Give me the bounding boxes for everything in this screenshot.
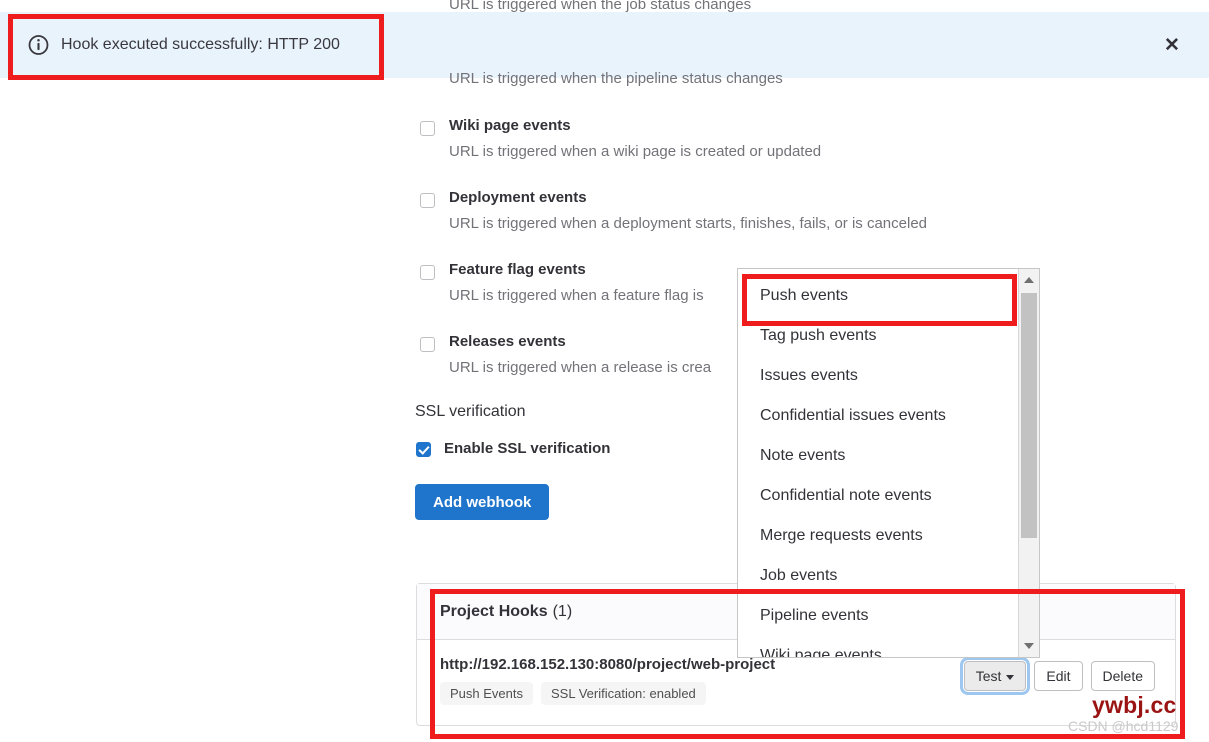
scrollbar-thumb[interactable] [1021, 293, 1037, 538]
label-enable-ssl-verification: Enable SSL verification [444, 440, 611, 457]
dropdown-item-confidential-issues-events[interactable]: Confidential issues events [738, 396, 1019, 436]
delete-button[interactable]: Delete [1090, 661, 1155, 691]
checkbox-deployment-events[interactable] [420, 193, 435, 208]
chevron-down-icon [1006, 674, 1015, 680]
watermark-secondary: CSDN @hcd1129 [1068, 718, 1179, 734]
checkbox-wiki-page-events[interactable] [420, 121, 435, 136]
project-hooks-count: (1) [552, 602, 573, 620]
badge-push-events: Push Events [440, 682, 533, 705]
dropdown-item-job-events[interactable]: Job events [738, 556, 1019, 596]
triangle-up-icon[interactable] [1019, 271, 1039, 289]
dropdown-item-issues-events[interactable]: Issues events [738, 356, 1019, 396]
dropdown-scrollbar[interactable] [1018, 269, 1039, 657]
label-feature-flag-events: Feature flag events [449, 261, 586, 278]
hook-action-buttons: Test Edit Delete [959, 657, 1155, 695]
add-webhook-button[interactable]: Add webhook [415, 484, 550, 520]
ssl-verification-section-title: SSL verification [415, 403, 526, 420]
dropdown-item-push-events[interactable]: Push events [738, 276, 1019, 316]
description-releases-events: URL is triggered when a release is crea [449, 359, 712, 376]
badge-ssl-verification: SSL Verification: enabled [541, 682, 706, 705]
description-deployment-events: URL is triggered when a deployment start… [449, 215, 928, 232]
edit-button[interactable]: Edit [1034, 661, 1083, 691]
description-wiki-page-events: URL is triggered when a wiki page is cre… [449, 143, 822, 160]
test-button-label: Test [975, 668, 1002, 684]
project-hooks-title: Project Hooks [440, 602, 548, 620]
dropdown-item-note-events[interactable]: Note events [738, 436, 1019, 476]
dropdown-item-merge-requests-events[interactable]: Merge requests events [738, 516, 1019, 556]
dropdown-item-wiki-page-events[interactable]: Wiki page events [738, 636, 1019, 657]
dropdown-item-pipeline-events[interactable]: Pipeline events [738, 596, 1019, 636]
page-root: URL is triggered when the job status cha… [0, 0, 1209, 742]
checkbox-releases-events[interactable] [420, 337, 435, 352]
dropdown-item-confidential-note-events[interactable]: Confidential note events [738, 476, 1019, 516]
alert-message: Hook executed successfully: HTTP 200 [61, 36, 340, 53]
description-feature-flag-events: URL is triggered when a feature flag is [449, 287, 704, 304]
info-circle-icon [28, 35, 49, 56]
pipeline-status-description: URL is triggered when the pipeline statu… [449, 70, 783, 87]
close-icon[interactable]: ✕ [1161, 34, 1183, 56]
label-wiki-page-events: Wiki page events [449, 117, 571, 134]
triangle-down-icon[interactable] [1019, 637, 1039, 655]
checkbox-feature-flag-events[interactable] [420, 265, 435, 280]
label-deployment-events: Deployment events [449, 189, 587, 206]
label-releases-events: Releases events [449, 333, 566, 350]
events-dropdown-options: Push events Tag push events Issues event… [738, 269, 1019, 657]
hook-success-alert: Hook executed successfully: HTTP 200 ✕ [0, 12, 1209, 78]
events-dropdown-listbox[interactable]: Push events Tag push events Issues event… [737, 268, 1040, 658]
dropdown-item-tag-push-events[interactable]: Tag push events [738, 316, 1019, 356]
test-button[interactable]: Test [959, 657, 1031, 695]
watermark-primary: ywbj.cc [1092, 692, 1177, 718]
checkbox-enable-ssl-verification[interactable] [416, 442, 431, 457]
